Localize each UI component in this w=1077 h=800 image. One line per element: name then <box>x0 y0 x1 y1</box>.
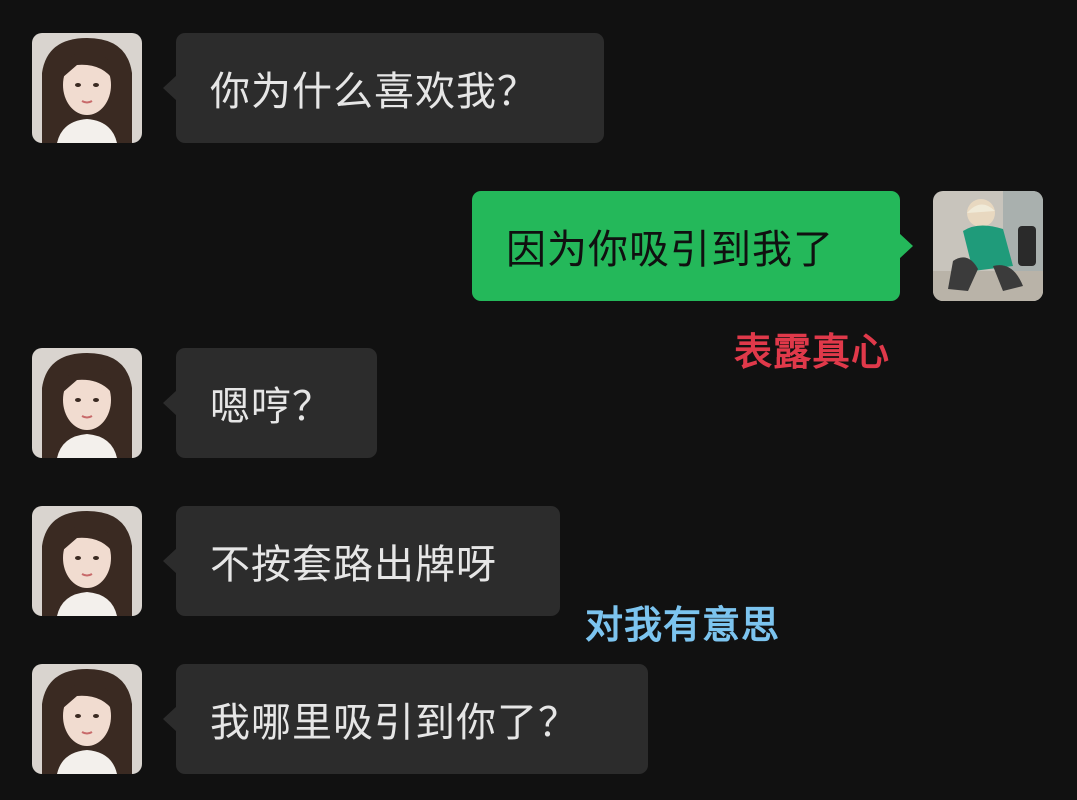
message-bubble-incoming[interactable]: 嗯哼？ <box>163 348 377 458</box>
annotation-label: 表露真心 <box>734 321 890 376</box>
message-text: 嗯哼？ <box>210 384 333 430</box>
message-bubble-incoming[interactable]: 不按套路出牌呀 <box>163 506 560 616</box>
message-text: 不按套路出牌呀 <box>210 542 497 588</box>
message-bubble-incoming[interactable]: 你为什么喜欢我？ <box>163 33 604 143</box>
contact-avatar[interactable] <box>32 664 142 774</box>
contact-avatar[interactable] <box>32 348 142 458</box>
girl-portrait-icon <box>32 348 142 458</box>
annotation-text: 对我有意思 <box>585 603 781 647</box>
message-text: 你为什么喜欢我？ <box>210 69 538 115</box>
message-text: 我哪里吸引到你了？ <box>210 700 579 746</box>
contact-avatar[interactable] <box>32 506 142 616</box>
chat-screen: 你为什么喜欢我？ 因为你吸引到我了 表露真心 嗯哼？ 不按套路出牌呀 对我有意思… <box>0 0 1077 800</box>
annotation-text: 表露真心 <box>734 330 891 374</box>
girl-portrait-icon <box>32 506 142 616</box>
girl-portrait-icon <box>32 33 142 143</box>
message-text: 因为你吸引到我了 <box>506 227 834 273</box>
message-bubble-incoming[interactable]: 我哪里吸引到你了？ <box>163 664 648 774</box>
man-squatting-icon <box>933 191 1043 301</box>
annotation-label: 对我有意思 <box>585 594 780 649</box>
contact-avatar[interactable] <box>32 33 142 143</box>
message-bubble-outgoing[interactable]: 因为你吸引到我了 <box>472 191 913 301</box>
girl-portrait-icon <box>32 664 142 774</box>
self-avatar[interactable] <box>933 191 1043 301</box>
